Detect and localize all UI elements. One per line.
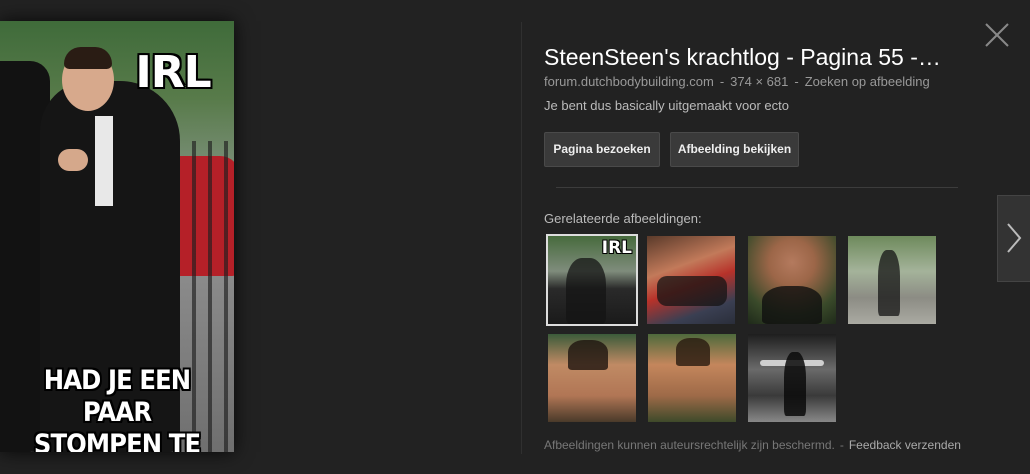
related-thumbnail[interactable]: IRL: [546, 234, 638, 326]
thumb-figure-shape: [784, 352, 806, 416]
thumb-figure-shape: [676, 338, 710, 366]
image-title[interactable]: SteenSteen's krachtlog - Pagina 55 -…: [544, 44, 974, 71]
main-image[interactable]: IRL HAD JE EEN PAAR STOMPEN TE PAKKEN: [0, 21, 234, 452]
related-thumbnail[interactable]: [647, 236, 735, 324]
close-button[interactable]: [984, 22, 1010, 48]
send-feedback-link[interactable]: Feedback verzenden: [849, 438, 961, 452]
footer: Afbeeldingen kunnen auteursrechtelijk zi…: [544, 438, 961, 452]
close-icon: [985, 23, 1009, 47]
thumb-figure-shape: [878, 250, 900, 316]
thumb-figure-shape: [657, 276, 727, 306]
chevron-right-icon: [1007, 223, 1022, 253]
related-thumbnail[interactable]: [748, 334, 836, 422]
shirt-shape: [95, 116, 113, 206]
hair-shape: [64, 47, 112, 69]
visit-page-button[interactable]: Pagina bezoeken: [544, 132, 660, 167]
source-domain-link[interactable]: forum.dutchbodybuilding.com: [544, 74, 714, 89]
related-thumbnail[interactable]: [748, 236, 836, 324]
meme-top-text: IRL: [135, 47, 211, 98]
related-images-heading: Gerelateerde afbeeldingen:: [544, 211, 702, 226]
image-description: Je bent dus basically uitgemaakt voor ec…: [544, 98, 789, 113]
thumb-figure-shape: [762, 286, 822, 324]
image-preview-panel: IRL HAD JE EEN PAAR STOMPEN TE PAKKEN St…: [0, 0, 1030, 474]
thumb-figure-shape: [568, 340, 608, 370]
next-image-button[interactable]: [997, 195, 1030, 282]
footer-separator: -: [839, 438, 844, 452]
view-image-button[interactable]: Afbeelding bekijken: [670, 132, 799, 167]
image-dimensions: 374 × 681: [730, 74, 789, 89]
vertical-divider: [521, 22, 522, 454]
image-meta: forum.dutchbodybuilding.com -374 × 681- Zo…: [544, 74, 930, 89]
related-thumbnail[interactable]: [648, 334, 736, 422]
related-thumbnail[interactable]: [548, 334, 636, 422]
related-thumbnail[interactable]: [848, 236, 936, 324]
copyright-notice: Afbeeldingen kunnen auteursrechtelijk zi…: [544, 438, 835, 452]
thumb-meme-text: IRL: [601, 238, 632, 258]
meta-separator: -: [794, 74, 799, 89]
thumb-figure-shape: [566, 258, 606, 324]
meta-separator: -: [719, 74, 725, 89]
horizontal-divider: [556, 187, 958, 188]
search-by-image-link[interactable]: Zoeken op afbeelding: [805, 74, 930, 89]
meme-bottom-text: HAD JE EEN PAAR STOMPEN TE PAKKEN: [33, 365, 201, 452]
hand-shape: [58, 149, 88, 171]
